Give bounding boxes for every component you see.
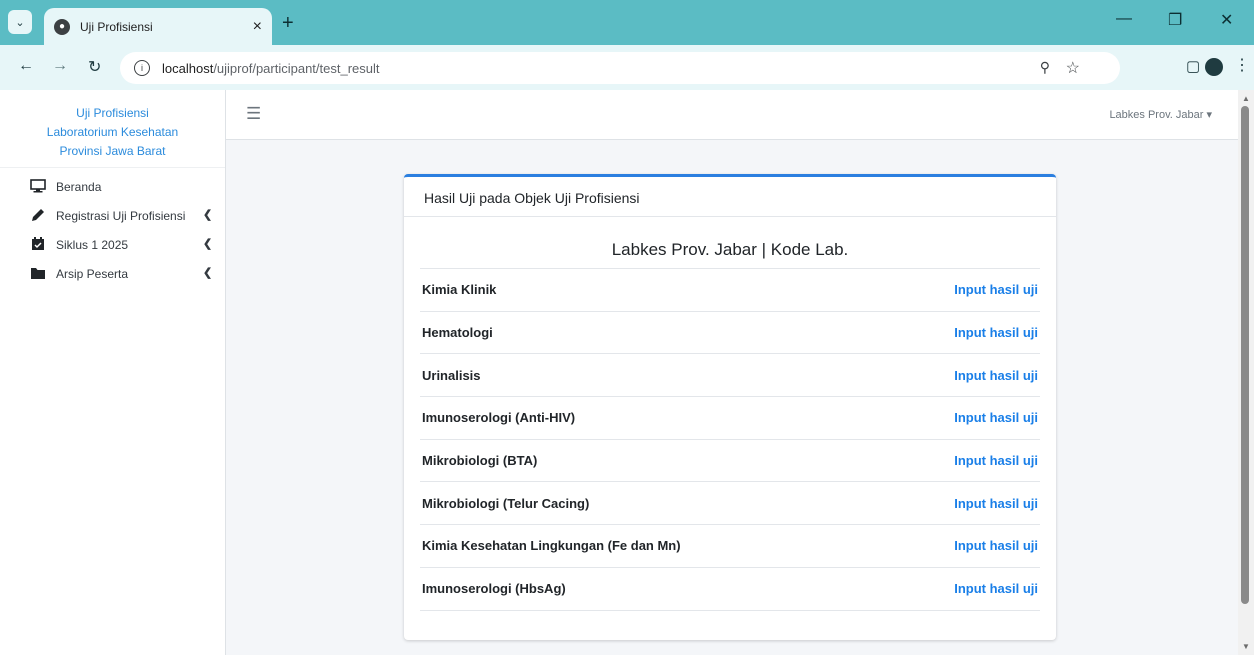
- scroll-up-icon[interactable]: ▲: [1242, 94, 1250, 103]
- chevron-left-icon: ❮: [203, 267, 213, 279]
- card-title: Hasil Uji pada Objek Uji Profisiensi: [404, 177, 1056, 217]
- input-result-link[interactable]: Input hasil uji: [954, 410, 1038, 425]
- test-name: Kimia Kesehatan Lingkungan (Fe dan Mn): [422, 538, 681, 554]
- browser-tab-bar: ⌄ ● Uji Profisiensi × + — ❐ ✕: [0, 0, 1254, 45]
- restore-icon[interactable]: ❐: [1168, 10, 1182, 30]
- results-list: Kimia Klinik Input hasil uji Hematologi In…: [420, 269, 1040, 611]
- extensions-icon[interactable]: ▢: [1186, 57, 1200, 75]
- list-item: Kimia Kesehatan Lingkungan (Fe dan Mn) In…: [420, 525, 1040, 568]
- test-name: Kimia Klinik: [422, 282, 497, 298]
- input-result-link[interactable]: Input hasil uji: [954, 453, 1038, 468]
- list-item: Hematologi Input hasil uji: [420, 312, 1040, 355]
- brand-line: Provinsi Jawa Barat: [59, 144, 166, 158]
- input-result-link[interactable]: Input hasil uji: [954, 581, 1038, 596]
- sidebar: Uji Profisiensi Laboratorium Kesehatan P…: [0, 90, 226, 655]
- list-item: Imunoserologi (Anti-HIV) Input hasil uji: [420, 397, 1040, 440]
- zoom-icon[interactable]: ⚲: [1040, 59, 1050, 76]
- sidebar-item-beranda[interactable]: Beranda: [0, 172, 225, 201]
- brand-line: Uji Profisiensi: [76, 106, 149, 120]
- test-name: Imunoserologi (Anti-HIV): [422, 410, 576, 426]
- input-result-link[interactable]: Input hasil uji: [954, 368, 1038, 383]
- caret-down-icon: ▾: [1206, 109, 1212, 121]
- test-name: Hematologi: [422, 325, 493, 341]
- profile-icon[interactable]: [1205, 58, 1223, 76]
- user-dropdown[interactable]: Labkes Prov. Jabar ▾: [1109, 108, 1212, 121]
- reload-icon[interactable]: ↻: [88, 57, 101, 77]
- info-icon[interactable]: i: [134, 60, 150, 76]
- lab-title: Labkes Prov. Jabar | Kode Lab.: [420, 217, 1040, 269]
- brand-line: Laboratorium Kesehatan: [46, 125, 179, 139]
- input-result-link[interactable]: Input hasil uji: [954, 496, 1038, 511]
- calendar-check-icon: [32, 237, 44, 250]
- tab-search-button[interactable]: ⌄: [8, 10, 32, 34]
- close-icon[interactable]: ×: [253, 18, 262, 36]
- hamburger-menu-icon[interactable]: ☰: [246, 104, 261, 124]
- list-item: Mikrobiologi (BTA) Input hasil uji: [420, 440, 1040, 483]
- forward-arrow-icon[interactable]: →: [52, 57, 68, 75]
- input-result-link[interactable]: Input hasil uji: [954, 325, 1038, 340]
- url-path: /ujiprof/participant/test_result: [213, 60, 380, 76]
- sidebar-item-label: Registrasi Uji Profisiensi: [56, 208, 186, 223]
- sidebar-item-arsip[interactable]: Arsip Peserta ❮: [0, 259, 225, 288]
- more-menu-icon[interactable]: ⋮: [1234, 55, 1250, 75]
- chevron-left-icon: ❮: [203, 209, 213, 221]
- url-host: localhost: [162, 60, 214, 76]
- window-close-icon[interactable]: ✕: [1220, 10, 1233, 30]
- test-name: Urinalisis: [422, 367, 481, 383]
- pencil-icon: [32, 209, 44, 221]
- scrollbar[interactable]: ▲ ▼: [1238, 90, 1254, 655]
- browser-tab[interactable]: ● Uji Profisiensi ×: [44, 8, 272, 45]
- scrollbar-thumb[interactable]: [1241, 106, 1249, 604]
- globe-icon: ●: [54, 18, 70, 35]
- chevron-left-icon: ❮: [203, 238, 213, 250]
- list-item: Mikrobiologi (Telur Cacing) Input hasil u…: [420, 482, 1040, 526]
- tab-title: Uji Profisiensi: [80, 19, 153, 34]
- sidebar-item-label: Arsip Peserta: [56, 266, 129, 281]
- input-result-link[interactable]: Input hasil uji: [954, 282, 1038, 297]
- sidebar-item-label: Beranda: [56, 179, 102, 194]
- star-icon[interactable]: ☆: [1066, 58, 1080, 78]
- desktop-icon: [30, 179, 46, 193]
- minimize-icon[interactable]: —: [1116, 10, 1132, 28]
- back-arrow-icon[interactable]: ←: [18, 57, 34, 75]
- top-navbar: ☰ Labkes Prov. Jabar ▾: [226, 90, 1238, 140]
- input-result-link[interactable]: Input hasil uji: [954, 538, 1038, 553]
- test-name: Mikrobiologi (BTA): [422, 453, 538, 469]
- user-label: Labkes Prov. Jabar: [1109, 109, 1204, 121]
- page: Uji Profisiensi Laboratorium Kesehatan P…: [0, 90, 1254, 655]
- list-item: Imunoserologi (HbsAg) Input hasil uji: [420, 568, 1040, 611]
- scroll-down-icon[interactable]: ▼: [1242, 642, 1250, 651]
- browser-toolbar: ← → ↻ i localhost/ujiprof/participant/te…: [0, 45, 1254, 90]
- sidebar-nav: Beranda Registrasi Uji Profisiensi ❮ Sik…: [0, 168, 225, 288]
- list-item: Urinalisis Input hasil uji: [420, 354, 1040, 398]
- test-name: Imunoserologi (HbsAg): [422, 581, 566, 597]
- results-card: Hasil Uji pada Objek Uji Profisiensi Lab…: [404, 174, 1056, 640]
- chevron-down-icon: ⌄: [15, 16, 25, 29]
- new-tab-button[interactable]: +: [282, 12, 294, 35]
- address-bar[interactable]: i localhost/ujiprof/participant/test_res…: [120, 52, 1120, 84]
- test-name: Mikrobiologi (Telur Cacing): [422, 495, 590, 511]
- card-body: Labkes Prov. Jabar | Kode Lab. Kimia Kli…: [404, 217, 1056, 611]
- sidebar-item-label: Siklus 1 2025: [56, 237, 129, 252]
- sidebar-item-siklus[interactable]: Siklus 1 2025 ❮: [0, 230, 225, 259]
- folder-icon: [31, 268, 45, 279]
- list-item: Kimia Klinik Input hasil uji: [420, 269, 1040, 312]
- brand[interactable]: Uji Profisiensi Laboratorium Kesehatan P…: [0, 90, 225, 168]
- sidebar-item-registrasi[interactable]: Registrasi Uji Profisiensi ❮: [0, 201, 225, 230]
